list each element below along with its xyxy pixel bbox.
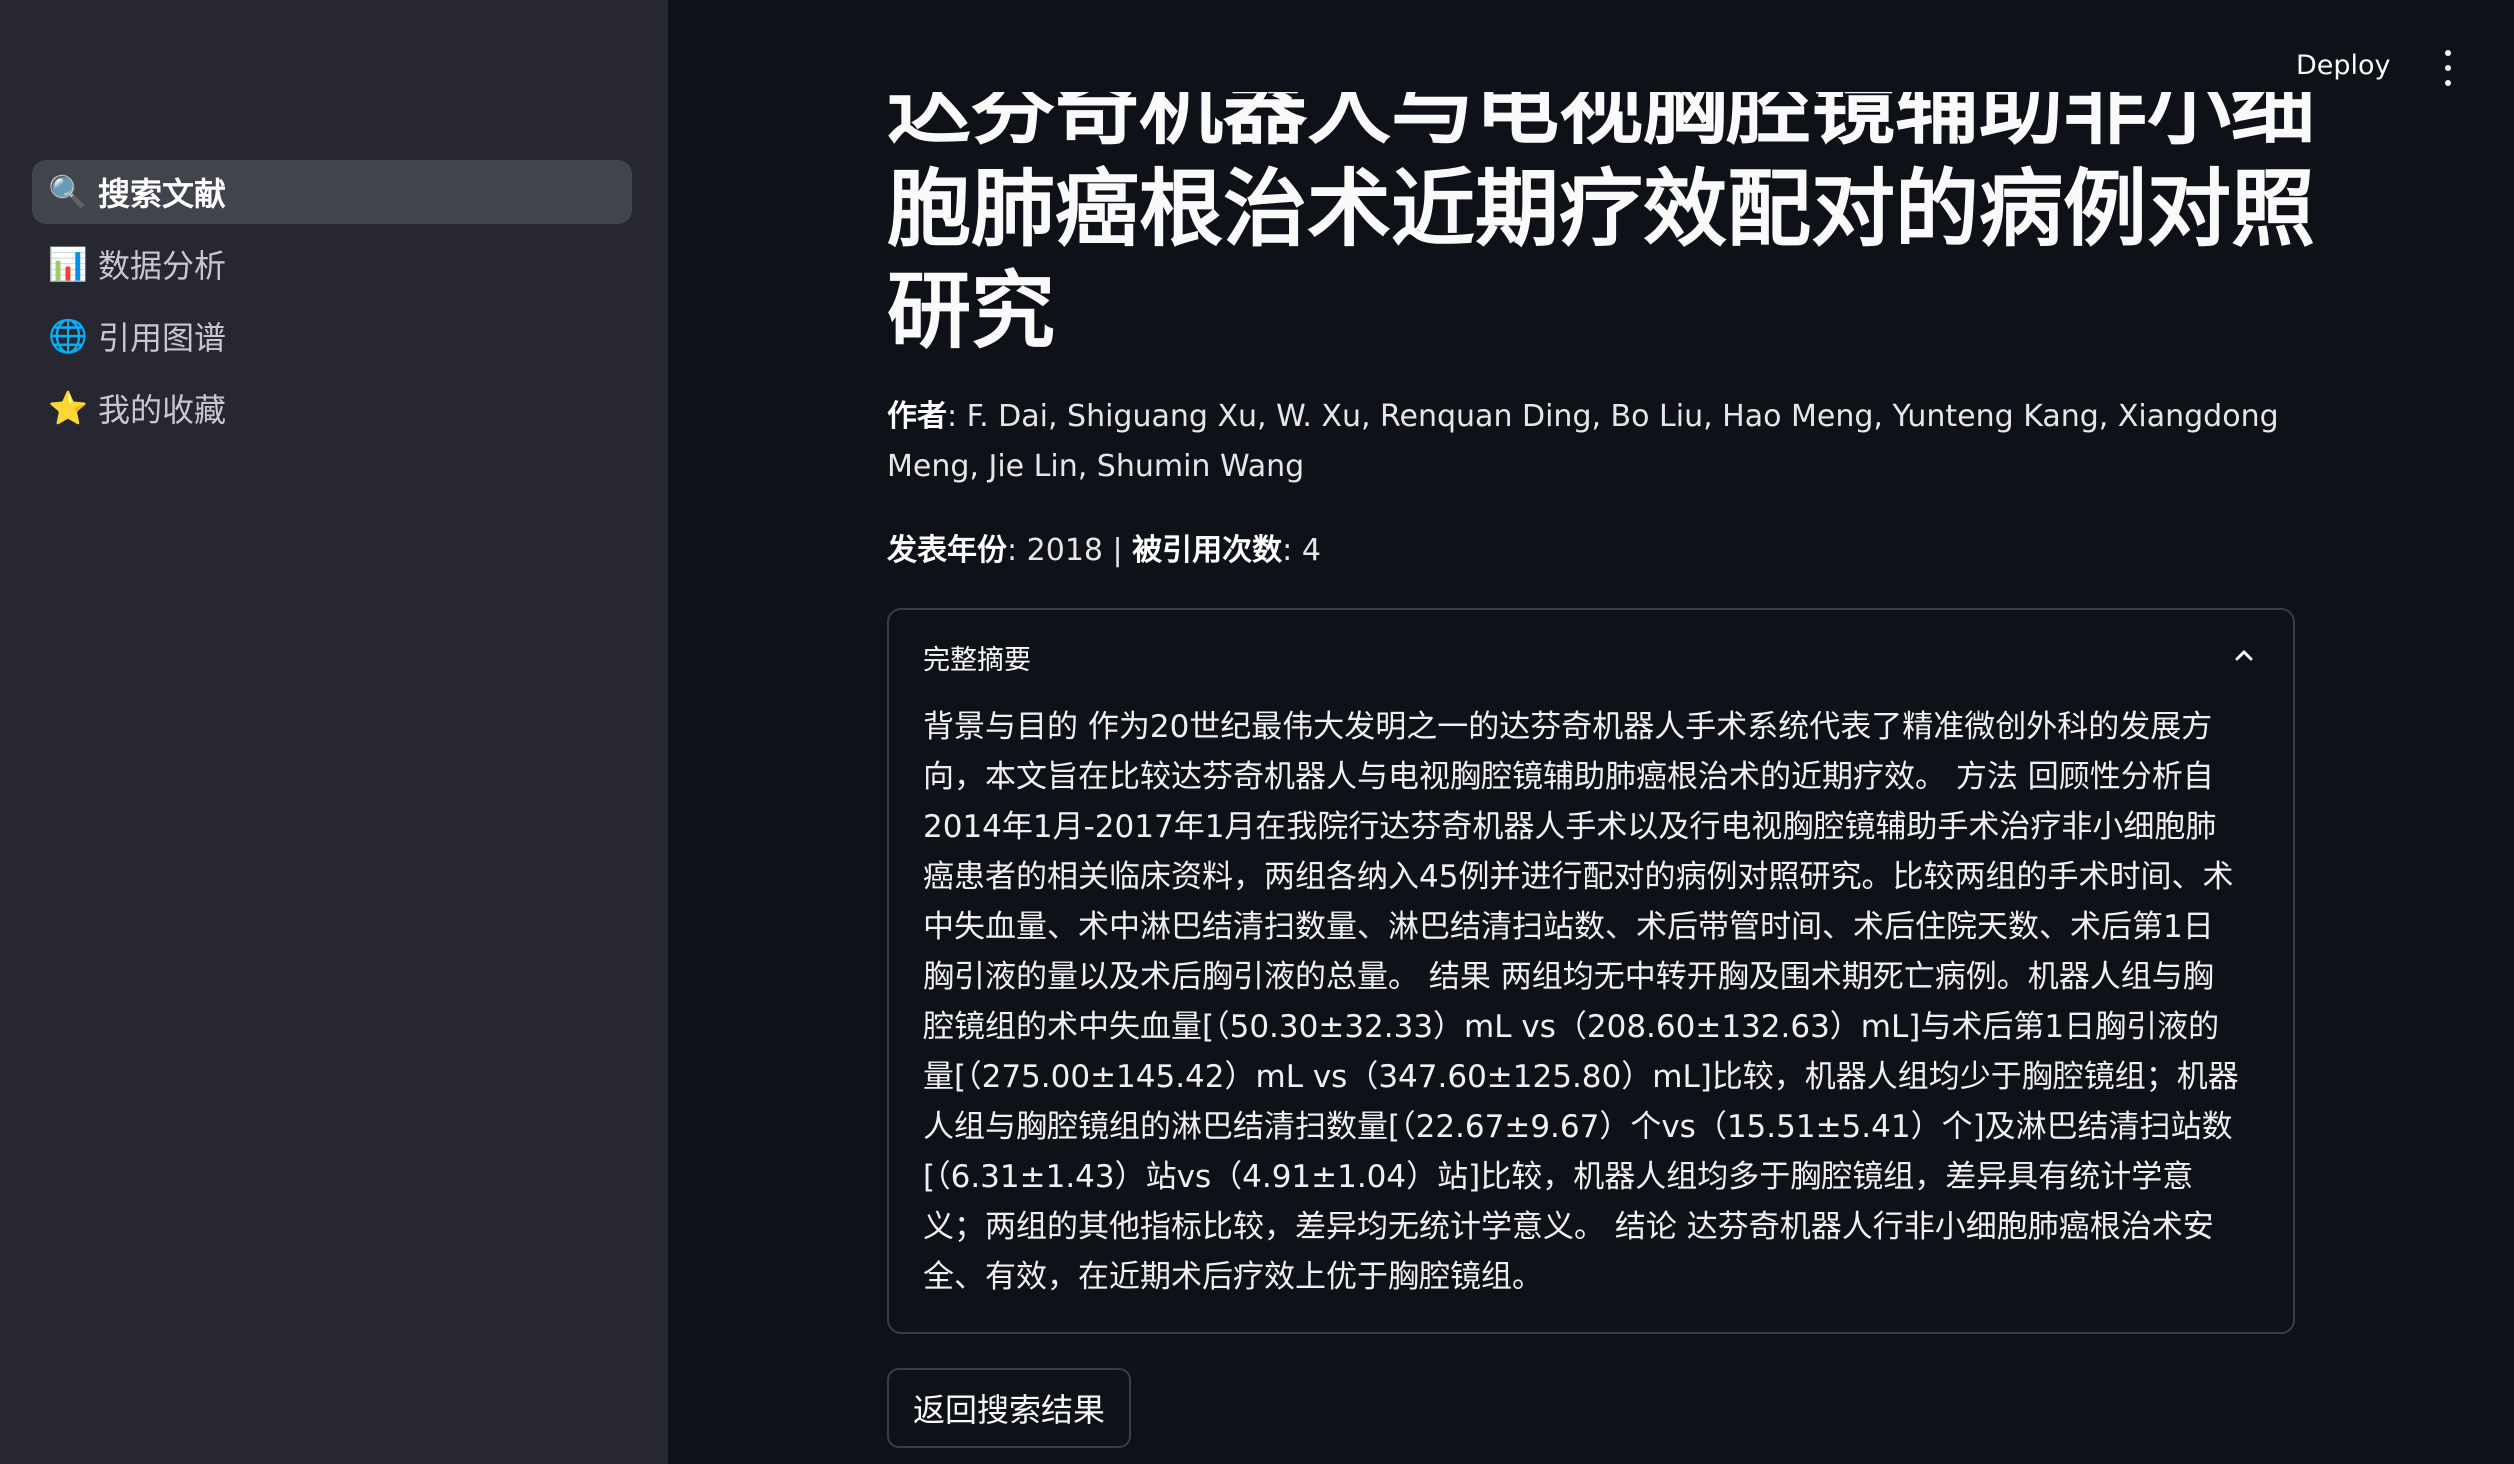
bar-chart-icon: 📊	[48, 245, 88, 283]
citations-label: 被引用次数	[1132, 533, 1283, 568]
deploy-button[interactable]: Deploy	[2296, 50, 2391, 81]
expander-header[interactable]: 完整摘要	[923, 638, 1031, 677]
meta-line: 发表年份: 2018 | 被引用次数: 4	[887, 525, 1321, 569]
sidebar-item-favorites[interactable]: ⭐ 我的收藏	[32, 376, 632, 440]
sidebar: 🔍 搜索文献 📊 数据分析 🌐 引用图谱 ⭐ 我的收藏	[0, 0, 668, 1464]
abstract-expander: 完整摘要 背景与目的 作为20世纪最伟大发明之一的达芬奇机器人手术系统代表了精准…	[887, 608, 2295, 1334]
scroll-clip	[880, 0, 2340, 92]
back-to-results-button[interactable]: 返回搜索结果	[887, 1368, 1131, 1448]
sidebar-item-label: 搜索文献	[98, 175, 227, 213]
citations-value: : 4	[1282, 533, 1321, 568]
sidebar-item-search[interactable]: 🔍 搜索文献	[32, 160, 632, 224]
sidebar-item-label: 引用图谱	[98, 319, 227, 357]
authors-value: : F. Dai, Shiguang Xu, W. Xu, Renquan Di…	[887, 399, 2279, 484]
star-icon: ⭐	[48, 389, 88, 427]
year-label: 发表年份	[887, 533, 1007, 568]
sidebar-item-label: 我的收藏	[98, 391, 227, 429]
sidebar-item-analysis[interactable]: 📊 数据分析	[32, 232, 632, 296]
authors-label: 作者	[887, 399, 947, 434]
sidebar-nav: 🔍 搜索文献 📊 数据分析 🌐 引用图谱 ⭐ 我的收藏	[32, 160, 632, 448]
chevron-up-icon[interactable]	[2233, 644, 2255, 666]
authors-line: 作者: F. Dai, Shiguang Xu, W. Xu, Renquan …	[887, 392, 2297, 492]
more-menu-icon[interactable]	[2438, 48, 2458, 88]
sidebar-item-label: 数据分析	[98, 247, 227, 285]
abstract-text: 背景与目的 作为20世纪最伟大发明之一的达芬奇机器人手术系统代表了精准微创外科的…	[923, 709, 2239, 1295]
app-root: 🔍 搜索文献 📊 数据分析 🌐 引用图谱 ⭐ 我的收藏 达芬奇机器人与电视胸腔镜…	[0, 0, 2514, 1464]
page-title: 达芬奇机器人与电视胸腔镜辅助非小细胞肺癌根治术近期疗效配对的病例对照研究	[887, 58, 2316, 360]
year-value: : 2018 |	[1007, 533, 1133, 568]
sidebar-item-citation-graph[interactable]: 🌐 引用图谱	[32, 304, 632, 368]
search-icon: 🔍	[48, 173, 88, 211]
globe-icon: 🌐	[48, 317, 88, 355]
